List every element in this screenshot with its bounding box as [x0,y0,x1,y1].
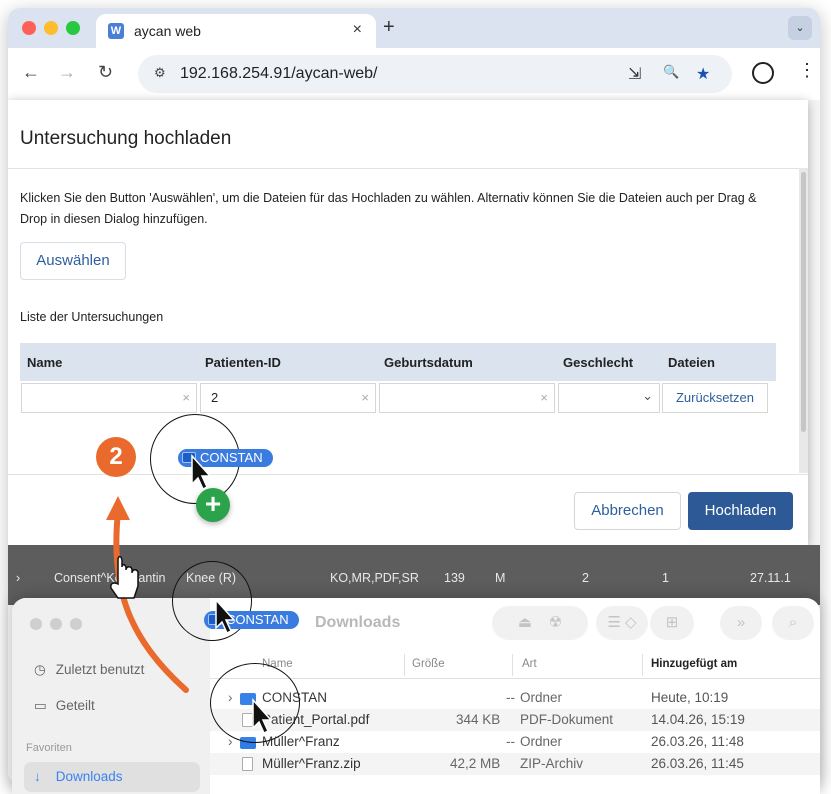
hand-cursor-icon [110,555,139,599]
arrow-cursor-icon [252,698,273,735]
arrow-cursor-icon [191,454,212,491]
mouse-cursors [110,454,273,735]
arrow-cursor-icon [215,598,236,635]
